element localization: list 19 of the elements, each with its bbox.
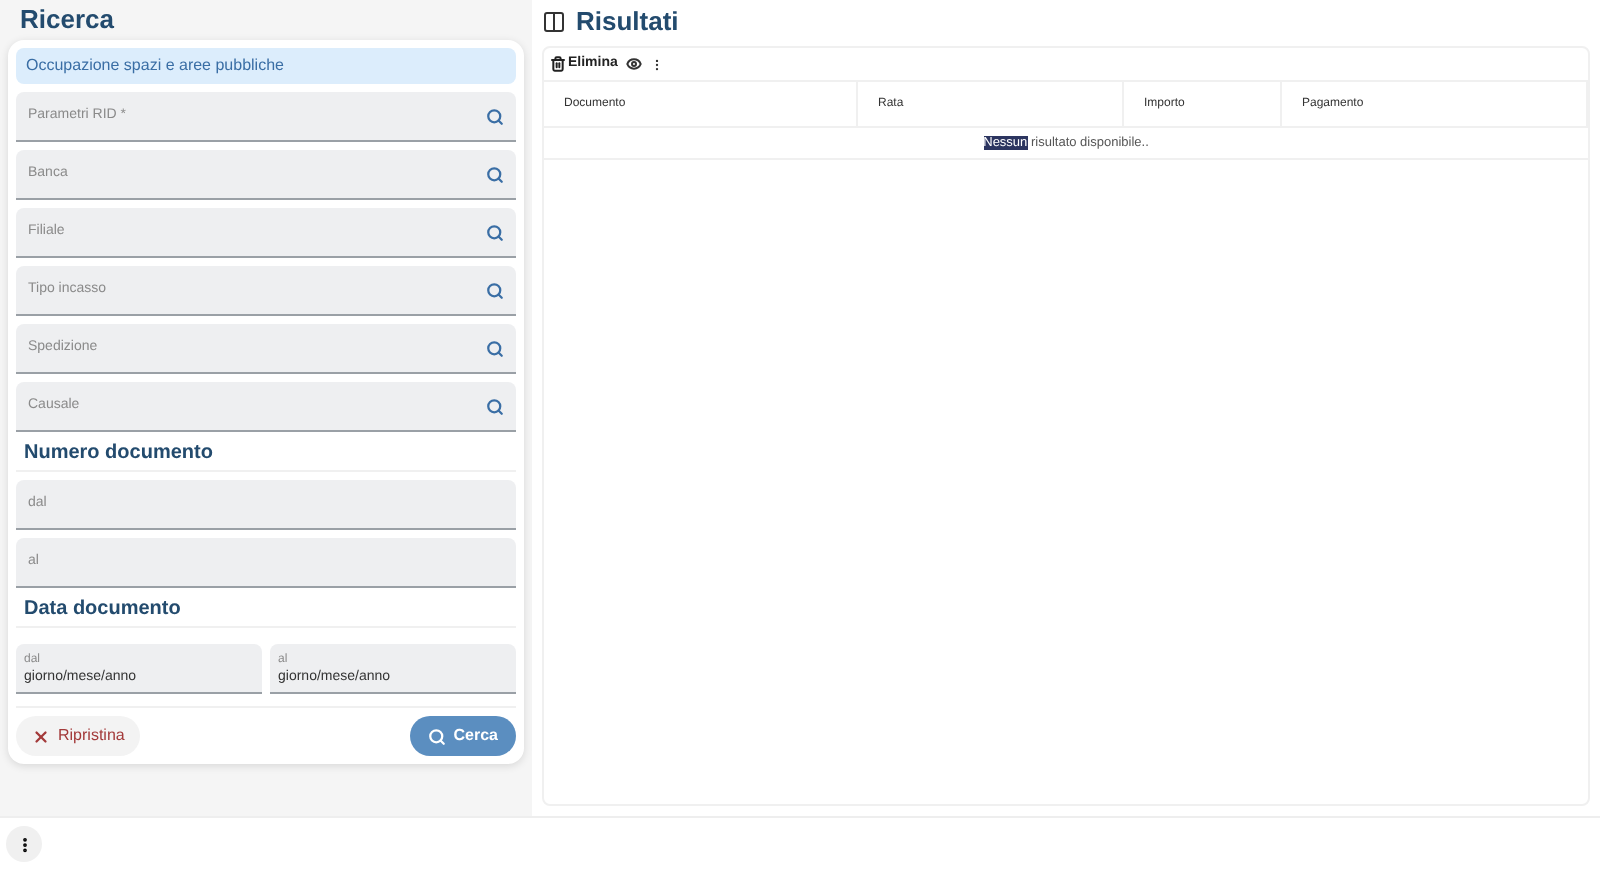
search-icon[interactable] [486, 397, 504, 415]
search-button[interactable]: Cerca [409, 716, 516, 756]
eye-icon[interactable] [625, 56, 642, 72]
panel-title: Ricerca [18, 4, 116, 36]
results-title: Risultati [576, 4, 679, 41]
section-title: Data documento [16, 592, 516, 628]
search-icon[interactable] [486, 281, 504, 299]
section-title: Numero documento [16, 436, 516, 472]
more-button[interactable] [6, 826, 42, 862]
search-icon[interactable] [486, 165, 504, 183]
category-banner: Occupazione spazi e aree pubbliche [16, 48, 516, 84]
reset-button[interactable]: Ripristina [16, 716, 141, 756]
search-icon[interactable] [486, 223, 504, 241]
trash-icon [550, 56, 566, 72]
search-icon[interactable] [486, 107, 504, 125]
panel-toggle-icon[interactable] [542, 10, 566, 34]
search-icon[interactable] [486, 339, 504, 357]
close-icon [32, 727, 50, 745]
search-icon [427, 727, 446, 745]
